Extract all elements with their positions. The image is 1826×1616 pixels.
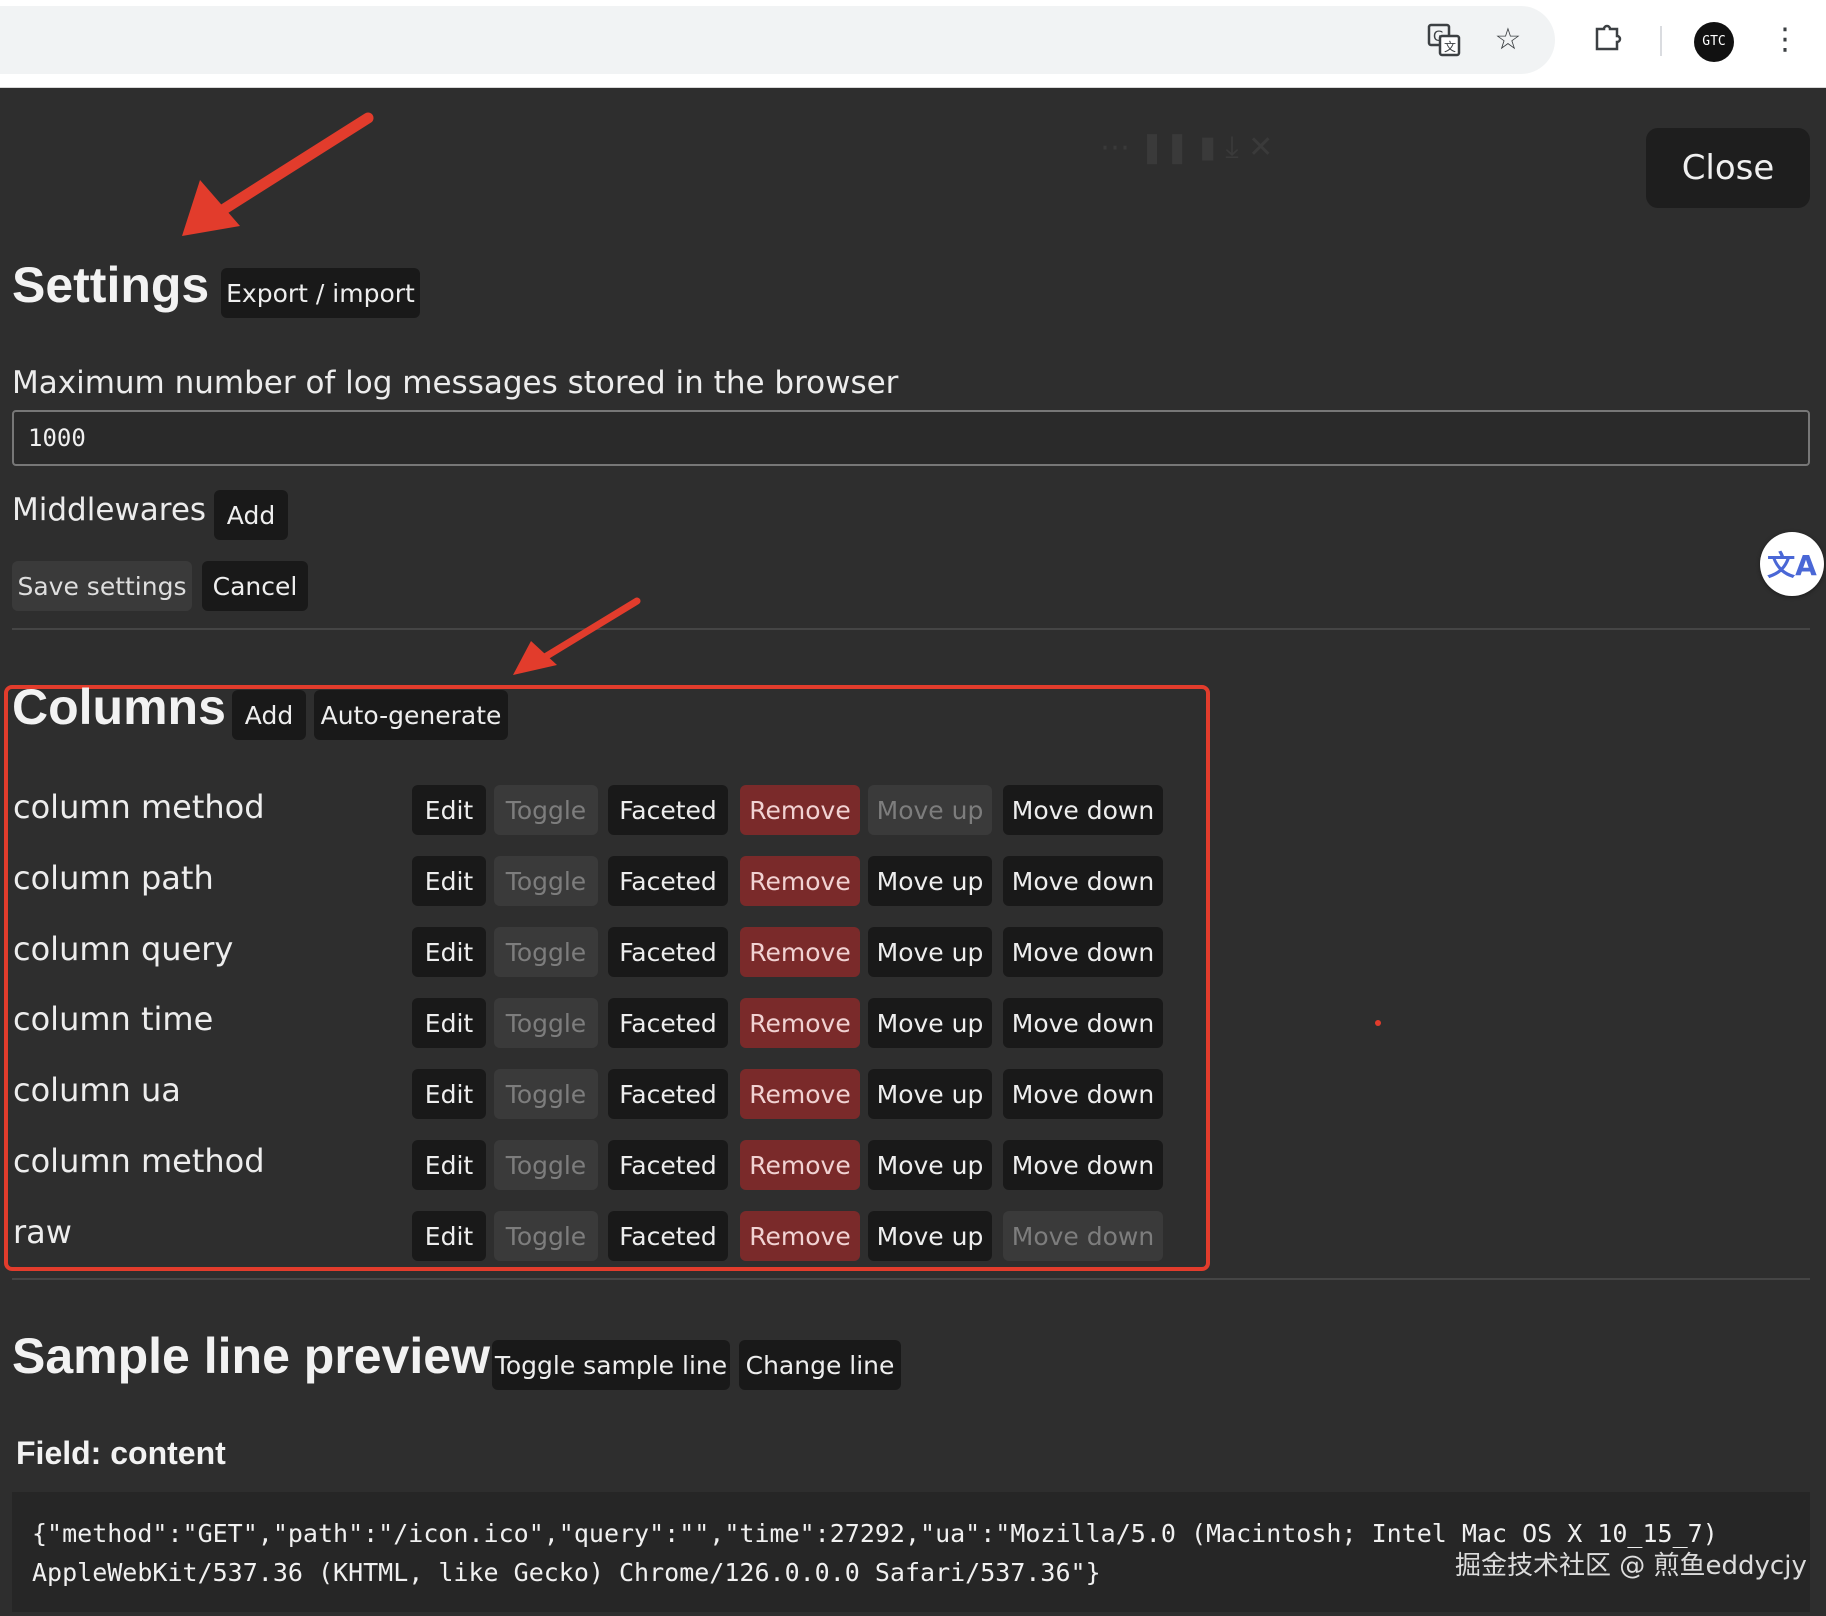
faceted-button[interactable]: Faceted [608,785,728,835]
column-row-label: column time [13,1000,214,1038]
export-import-button[interactable]: Export / import [221,268,420,318]
remove-button[interactable]: Remove [740,998,860,1048]
annotation-arrow [182,112,374,236]
edit-button[interactable]: Edit [412,927,486,977]
toggle-button[interactable]: Toggle [494,1211,598,1261]
watermark: 掘金技术社区 @ 煎鱼eddycjy [1455,1551,1807,1581]
close-button[interactable]: Close [1646,128,1810,208]
remove-button[interactable]: Remove [740,856,860,906]
toggle-sample-line-button[interactable]: Toggle sample line [492,1340,730,1390]
field-content-label: Field: content [16,1435,226,1471]
add-column-button[interactable]: Add [232,690,306,740]
move-down-button[interactable]: Move down [1003,1140,1163,1190]
remove-button[interactable]: Remove [740,785,860,835]
move-up-button[interactable]: Move up [868,1140,992,1190]
remove-button[interactable]: Remove [740,927,860,977]
toggle-button[interactable]: Toggle [494,1069,598,1119]
faceted-button[interactable]: Faceted [608,1069,728,1119]
avatar[interactable]: GTC [1694,22,1734,62]
add-middleware-button[interactable]: Add [214,490,288,540]
edit-button[interactable]: Edit [412,856,486,906]
edit-button[interactable]: Edit [412,1069,486,1119]
extensions-icon[interactable] [1588,20,1628,65]
toggle-button[interactable]: Toggle [494,927,598,977]
annotation-arrow [513,597,641,675]
edit-button[interactable]: Edit [412,998,486,1048]
faceted-button[interactable]: Faceted [608,998,728,1048]
move-down-button[interactable]: Move down [1003,856,1163,906]
column-row-label: column method [13,1142,265,1180]
more-vert-icon[interactable]: ⋮ [1770,20,1800,60]
star-icon[interactable]: ☆ [1488,20,1528,60]
column-row-label: column ua [13,1071,181,1109]
save-settings-button[interactable]: Save settings [12,561,192,611]
divider [12,628,1810,630]
edit-button[interactable]: Edit [412,1140,486,1190]
annotation-dot [1375,1020,1381,1026]
sample-preview-title: Sample line preview [12,1328,490,1384]
cancel-button[interactable]: Cancel [202,561,308,611]
faceted-button[interactable]: Faceted [608,927,728,977]
column-row-label: raw [13,1213,72,1251]
toggle-button[interactable]: Toggle [494,1140,598,1190]
move-up-button[interactable]: Move up [868,998,992,1048]
edit-button[interactable]: Edit [412,1211,486,1261]
columns-title: Columns [12,679,226,735]
move-down-button[interactable]: Move down [1003,1069,1163,1119]
toggle-button[interactable]: Toggle [494,998,598,1048]
toggle-button[interactable]: Toggle [494,785,598,835]
move-down-button[interactable]: Move down [1003,1211,1163,1261]
move-up-button[interactable]: Move up [868,856,992,906]
background-toolbar-ghost: ⋯ ❚❚ ▮ ⤓ ✕ [1100,130,1274,165]
column-row-label: column path [13,859,214,897]
move-down-button[interactable]: Move down [1003,785,1163,835]
svg-text:文: 文 [1444,39,1456,54]
browser-toolbar: G文 ☆ GTC ⋮ [0,0,1826,88]
settings-title: Settings [12,257,210,313]
move-down-button[interactable]: Move down [1003,998,1163,1048]
faceted-button[interactable]: Faceted [608,1211,728,1261]
remove-button[interactable]: Remove [740,1211,860,1261]
column-row-label: column query [13,930,234,968]
move-up-button[interactable]: Move up [868,785,992,835]
translate-fab-icon[interactable]: 文A [1760,532,1824,596]
move-down-button[interactable]: Move down [1003,927,1163,977]
column-row-label: column method [13,788,265,826]
faceted-button[interactable]: Faceted [608,1140,728,1190]
max-log-label: Maximum number of log messages stored in… [12,365,899,401]
move-up-button[interactable]: Move up [868,1211,992,1261]
move-up-button[interactable]: Move up [868,927,992,977]
move-up-button[interactable]: Move up [868,1069,992,1119]
faceted-button[interactable]: Faceted [608,856,728,906]
toolbar-separator [1660,26,1662,56]
address-bar[interactable] [0,6,1555,74]
auto-generate-button[interactable]: Auto-generate [314,690,508,740]
edit-button[interactable]: Edit [412,785,486,835]
translate-icon[interactable]: G文 [1424,22,1464,69]
remove-button[interactable]: Remove [740,1140,860,1190]
change-line-button[interactable]: Change line [739,1340,901,1390]
middlewares-label: Middlewares [12,492,207,528]
divider [12,1278,1810,1280]
remove-button[interactable]: Remove [740,1069,860,1119]
max-log-input[interactable]: 1000 [12,410,1810,466]
toggle-button[interactable]: Toggle [494,856,598,906]
